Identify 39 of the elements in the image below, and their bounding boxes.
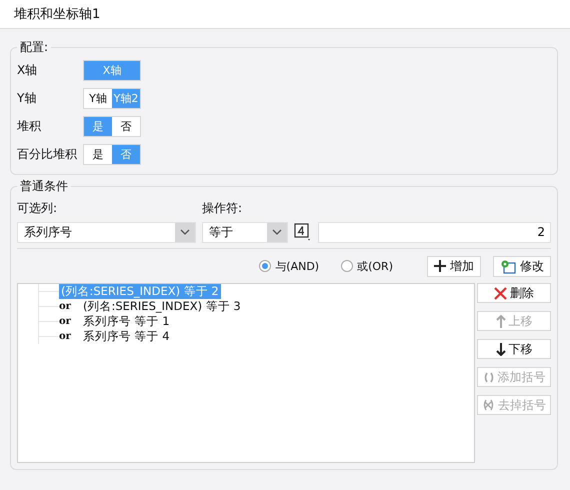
arrow-up-icon	[496, 314, 506, 328]
toggle-option[interactable]: Y轴	[84, 88, 112, 108]
toggle-option[interactable]: 否	[112, 116, 140, 136]
window-title: 堆积和坐标轴1	[0, 0, 570, 29]
radio-label: 或(OR)	[357, 258, 393, 274]
condition-item[interactable]: 系列序号 等于 1	[81, 314, 172, 329]
arrow-down-icon	[496, 342, 506, 356]
brackets-icon	[482, 372, 494, 382]
setting-label: 堆积	[17, 118, 42, 134]
condition-item[interactable]: (列名:SERIES_INDEX) 等于 3	[81, 299, 243, 314]
operator-select[interactable]: 等于	[202, 222, 288, 242]
setting-label: 百分比堆积	[17, 146, 78, 162]
field-label: 可选列:	[17, 200, 58, 216]
add-button[interactable]: 增加	[427, 256, 481, 276]
logic-radio[interactable]: 或(OR)	[341, 258, 393, 274]
condition-item[interactable]: 系列序号 等于 4	[81, 329, 172, 344]
radio-label: 与(AND)	[275, 258, 320, 274]
toggle-option[interactable]: 是	[84, 144, 112, 164]
close-icon	[494, 286, 507, 300]
group-title: 配置:	[17, 39, 52, 56]
connector-label: or	[59, 331, 72, 342]
connector-label: or	[59, 301, 72, 312]
column-select[interactable]: 系列序号	[17, 222, 196, 242]
brackets-cross-icon	[482, 399, 495, 411]
edit-button[interactable]: 修改	[493, 256, 551, 276]
side-button[interactable]: 下移	[477, 339, 551, 359]
group-title: 普通条件	[17, 178, 71, 195]
chevron-down-icon	[272, 229, 282, 235]
gear-edit-icon	[500, 258, 516, 274]
value-field[interactable]: 2	[318, 222, 551, 242]
setting-label: Y轴	[17, 90, 38, 106]
setting-label: X轴	[17, 62, 38, 78]
side-button[interactable]: 删除	[477, 283, 551, 303]
value-type-icon[interactable]	[294, 223, 312, 241]
chevron-down-icon	[180, 229, 190, 235]
connector-label: or	[59, 316, 72, 327]
field-label: 操作符:	[202, 200, 244, 216]
logic-radio[interactable]: 与(AND)	[259, 258, 320, 274]
plus-icon	[434, 260, 446, 272]
